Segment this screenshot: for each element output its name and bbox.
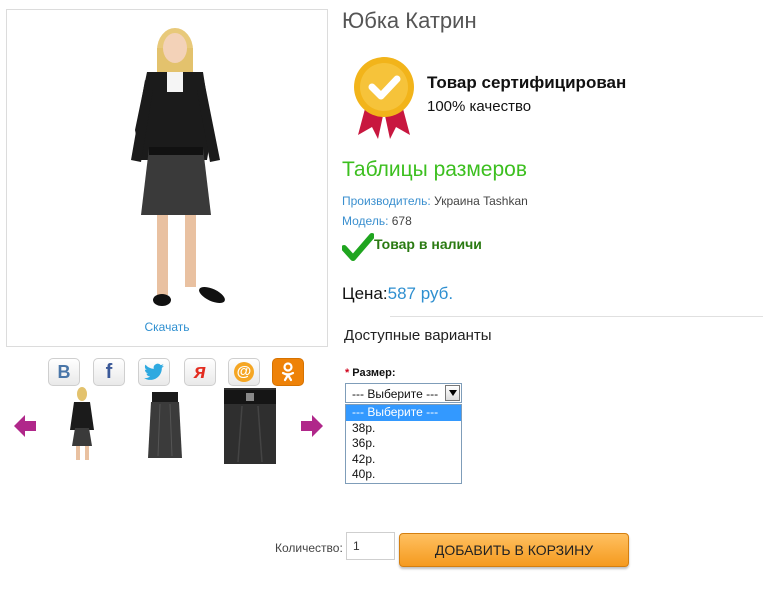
facebook-icon[interactable]: f	[93, 358, 125, 386]
size-option[interactable]: 36р.	[346, 436, 461, 452]
odnoklassniki-icon[interactable]	[272, 358, 304, 386]
model-value: 678	[391, 214, 412, 228]
yaru-icon[interactable]: я	[184, 358, 216, 386]
size-option[interactable]: 42р.	[346, 452, 461, 468]
price-row: Цена:587 руб.	[342, 284, 453, 304]
in-stock-status: Товар в наличи	[374, 236, 482, 252]
certificate-badge-icon	[352, 55, 416, 144]
size-option[interactable]: 38р.	[346, 421, 461, 437]
thumbnail-3[interactable]	[224, 388, 276, 464]
in-stock-check-icon	[341, 233, 375, 266]
manufacturer-label: Производитель:	[342, 194, 431, 208]
carousel-prev-arrow-icon[interactable]	[12, 413, 38, 444]
certificate-title: Товар сертифицирован	[427, 73, 627, 92]
quantity-input[interactable]	[346, 532, 395, 560]
model-row: Модель: 678	[342, 214, 412, 228]
vk-glyph: В	[57, 361, 71, 382]
product-title: Юбка Катрин	[342, 8, 477, 33]
main-product-image[interactable]: Скачать	[6, 9, 328, 347]
carousel-next-arrow-icon[interactable]	[299, 413, 325, 444]
divider	[390, 316, 763, 317]
girl-model-image	[131, 28, 225, 306]
size-field-label: * Размер:	[345, 367, 396, 379]
size-option[interactable]: 40р.	[346, 467, 461, 483]
size-select[interactable]: --- Выберите ---	[345, 383, 462, 403]
mailru-glyph: @	[234, 362, 254, 382]
model-label: Модель:	[342, 214, 389, 228]
mailru-icon[interactable]: @	[228, 358, 260, 386]
required-mark: *	[345, 367, 350, 379]
thumbnail-1[interactable]	[64, 386, 100, 464]
twitter-icon[interactable]	[138, 358, 170, 386]
odnoklassniki-figure-icon	[281, 362, 295, 382]
twitter-bird-icon	[144, 363, 164, 380]
size-select-value: --- Выберите ---	[352, 387, 439, 401]
size-dropdown-list: --- Выберите --- 38р. 36р. 42р. 40р.	[345, 404, 462, 484]
manufacturer-value[interactable]: Украина Tashkan	[434, 194, 528, 208]
size-label-text: Размер:	[352, 367, 396, 379]
size-option[interactable]: --- Выберите ---	[346, 405, 461, 421]
manufacturer-row: Производитель: Украина Tashkan	[342, 194, 528, 208]
thumbnail-2[interactable]	[146, 390, 184, 460]
size-table-link[interactable]: Таблицы размеров	[342, 158, 527, 182]
quantity-label: Количество:	[275, 541, 343, 555]
add-to-cart-button[interactable]: ДОБАВИТЬ В КОРЗИНУ	[399, 533, 629, 567]
variants-heading: Доступные варианты	[344, 327, 492, 344]
chevron-down-icon[interactable]	[445, 385, 460, 401]
price-label: Цена:	[342, 284, 388, 303]
vk-icon[interactable]: В	[48, 358, 80, 386]
download-link[interactable]: Скачать	[7, 320, 327, 334]
price-value: 587 руб.	[387, 284, 454, 303]
yaru-glyph: я	[194, 360, 206, 383]
certificate-subtitle: 100% качество	[427, 98, 532, 115]
facebook-glyph: f	[105, 360, 113, 383]
